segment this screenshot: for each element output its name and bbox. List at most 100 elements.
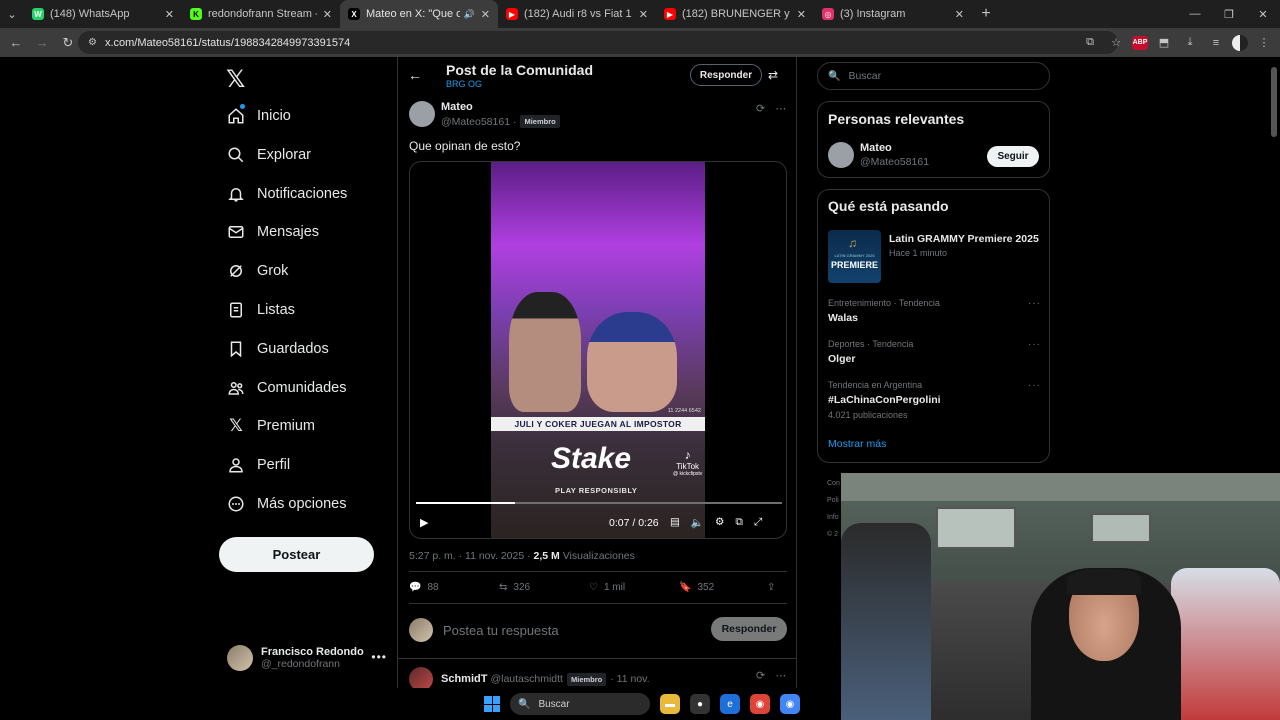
browser-tab[interactable]: W (148) WhatsApp ✕ xyxy=(24,0,182,28)
chrome-icon[interactable]: ◉ xyxy=(750,694,770,714)
repost-action[interactable]: ⇆ 326 xyxy=(499,582,589,593)
new-tab-button[interactable]: + xyxy=(972,5,1000,23)
windows-start-icon[interactable] xyxy=(484,696,500,712)
extensions-icon[interactable]: ⬒ xyxy=(1154,33,1174,53)
nav-lists[interactable]: Listas xyxy=(227,296,295,324)
download-icon[interactable]: ⤓ xyxy=(1180,33,1200,53)
person-item[interactable]: Mateo @Mateo58161 xyxy=(828,142,929,168)
account-switcher[interactable]: Francisco Redondo @_redondofrann ••• xyxy=(227,642,387,674)
close-icon[interactable]: ✕ xyxy=(955,8,964,21)
nav-grok[interactable]: Grok xyxy=(227,257,288,285)
nav-premium[interactable]: 𝕏 Premium xyxy=(227,412,315,440)
like-action[interactable]: ♡ 1 mil xyxy=(589,582,679,593)
person-handle[interactable]: @Mateo58161 xyxy=(860,156,929,168)
reply-action[interactable]: 💬 88 xyxy=(409,582,499,593)
taskbar-search[interactable]: 🔍 Buscar xyxy=(510,693,650,715)
captions-icon[interactable]: ▤ xyxy=(670,516,680,529)
bookmark-action[interactable]: 🔖 352 xyxy=(679,582,767,593)
show-more-link[interactable]: Mostrar más xyxy=(828,438,886,450)
x-logo-icon[interactable]: 𝕏 xyxy=(226,65,245,94)
reading-list-icon[interactable]: ≡ xyxy=(1206,33,1226,53)
community-link[interactable]: BRG OG xyxy=(446,79,482,89)
close-icon[interactable]: ✕ xyxy=(481,8,490,21)
back-icon[interactable]: ← xyxy=(4,31,28,55)
footer-link[interactable]: Con xyxy=(827,475,840,492)
close-icon[interactable]: ✕ xyxy=(639,8,648,21)
nav-communities[interactable]: Comunidades xyxy=(227,374,346,402)
grok-explain-icon[interactable]: ⟳ xyxy=(756,669,765,682)
close-icon[interactable]: ✕ xyxy=(165,8,174,21)
search-input[interactable]: 🔍 Buscar xyxy=(817,62,1050,90)
browser-tab[interactable]: ▶ (182) BRUNENGER y PABLO se e ✕ xyxy=(656,0,814,28)
browser-tab-active[interactable]: X Mateo en X: "Que opinan de esto?" 🔊 ✕ xyxy=(340,0,498,28)
trend-item[interactable]: Entretenimiento · Tendencia Walas ··· xyxy=(828,298,1041,324)
install-app-icon[interactable]: ⧉ xyxy=(1080,33,1100,53)
edge-icon[interactable]: e xyxy=(720,694,740,714)
more-horizontal-icon[interactable]: ··· xyxy=(1028,298,1041,309)
close-icon[interactable]: ✕ xyxy=(797,8,806,21)
avatar[interactable] xyxy=(409,101,435,127)
featured-trend[interactable]: ♫ LATIN GRAMMY 2025 PREMIERE Latin GRAMM… xyxy=(828,230,1039,283)
page-scrollbar[interactable] xyxy=(1271,67,1277,137)
app-icon[interactable]: ● xyxy=(690,694,710,714)
browser-tab[interactable]: ◎ (3) Instagram ✕ xyxy=(814,0,972,28)
close-icon[interactable]: ✕ xyxy=(323,8,332,21)
back-arrow-icon[interactable]: ← xyxy=(408,67,422,83)
play-icon[interactable]: ▶ xyxy=(420,516,428,529)
post-button[interactable]: Postear xyxy=(219,537,374,572)
browser-tab[interactable]: ▶ (182) Audi r8 vs Fiat 1 copa de l ✕ xyxy=(498,0,656,28)
author-name[interactable]: Mateo xyxy=(441,101,560,113)
trend-item[interactable]: Tendencia en Argentina #LaChinaConPergol… xyxy=(828,380,1041,420)
reply-button[interactable]: Responder xyxy=(690,64,762,86)
restore-icon[interactable]: ❐ xyxy=(1212,0,1246,28)
fullscreen-icon[interactable]: ⤢ xyxy=(754,516,762,529)
more-horizontal-icon[interactable]: ••• xyxy=(371,650,387,664)
forward-icon[interactable]: → xyxy=(30,31,54,55)
speaker-icon[interactable]: 🔊 xyxy=(464,9,475,20)
follow-button[interactable]: Seguir xyxy=(987,146,1039,167)
more-horizontal-icon[interactable]: ⋯ xyxy=(775,102,786,115)
volume-icon[interactable]: 🔈 xyxy=(691,516,704,529)
reply-submit-button[interactable]: Responder xyxy=(711,617,787,641)
more-horizontal-icon[interactable]: ··· xyxy=(1028,339,1041,350)
nav-bookmarks[interactable]: Guardados xyxy=(227,335,329,363)
nav-notifications[interactable]: Notificaciones xyxy=(227,180,347,208)
pip-icon[interactable]: ⧉ xyxy=(735,516,743,529)
nav-profile[interactable]: Perfil xyxy=(227,451,290,479)
video-progress-bar[interactable] xyxy=(416,502,782,504)
profile-avatar-icon[interactable] xyxy=(1232,34,1248,51)
tab-search-icon[interactable]: ⌄ xyxy=(0,0,24,28)
more-horizontal-icon[interactable]: ⋯ xyxy=(775,669,786,682)
nav-messages[interactable]: Mensajes xyxy=(227,218,319,246)
site-info-icon[interactable]: ⚙ xyxy=(88,37,97,48)
reply-item[interactable]: SchmidT @lautaschmidtt Miembro · 11 nov. xyxy=(409,667,650,688)
more-horizontal-icon[interactable]: ··· xyxy=(1028,380,1041,391)
nav-explore[interactable]: Explorar xyxy=(227,141,311,169)
close-window-icon[interactable]: ✕ xyxy=(1246,0,1280,28)
avatar[interactable] xyxy=(828,142,854,168)
post-author[interactable]: Mateo @Mateo58161 · Miembro xyxy=(409,101,560,128)
sliders-icon[interactable]: ⇄ xyxy=(768,68,778,82)
trend-item[interactable]: Deportes · Tendencia Olger ··· xyxy=(828,339,1041,365)
chrome-profile-icon[interactable]: ◉ xyxy=(780,694,800,714)
avatar[interactable] xyxy=(409,667,433,688)
address-bar[interactable]: ⚙ x.com/Mateo58161/status/19883428499733… xyxy=(78,31,1118,54)
nav-more[interactable]: Más opciones xyxy=(227,490,346,518)
minimize-icon[interactable]: — xyxy=(1178,0,1212,28)
footer-link[interactable]: Info xyxy=(827,509,840,526)
reply-date[interactable]: · 11 nov. xyxy=(610,673,649,685)
bookmark-star-icon[interactable]: ☆ xyxy=(1106,33,1126,53)
menu-icon[interactable]: ⋮ xyxy=(1254,33,1274,53)
share-action[interactable]: ⇪ xyxy=(767,582,775,593)
settings-gear-icon[interactable]: ⚙ xyxy=(715,516,724,529)
person-name[interactable]: Mateo xyxy=(860,142,929,154)
reply-author-handle[interactable]: @lautaschmidtt xyxy=(490,673,563,685)
author-handle[interactable]: @Mateo58161 · xyxy=(441,116,516,128)
video-player[interactable]: 11 2244 6542 JULI Y COKER JUEGAN AL IMPO… xyxy=(409,161,787,539)
browser-tab[interactable]: K redondofrann Stream - Watch Liv ✕ xyxy=(182,0,340,28)
footer-link[interactable]: Poli xyxy=(827,492,840,509)
grok-explain-icon[interactable]: ⟳ xyxy=(756,102,765,115)
post-timestamp[interactable]: 5:27 p. m. · 11 nov. 2025 · xyxy=(409,550,531,562)
file-explorer-icon[interactable]: ▬ xyxy=(660,694,680,714)
reply-input[interactable]: Postea tu respuesta xyxy=(443,623,559,638)
